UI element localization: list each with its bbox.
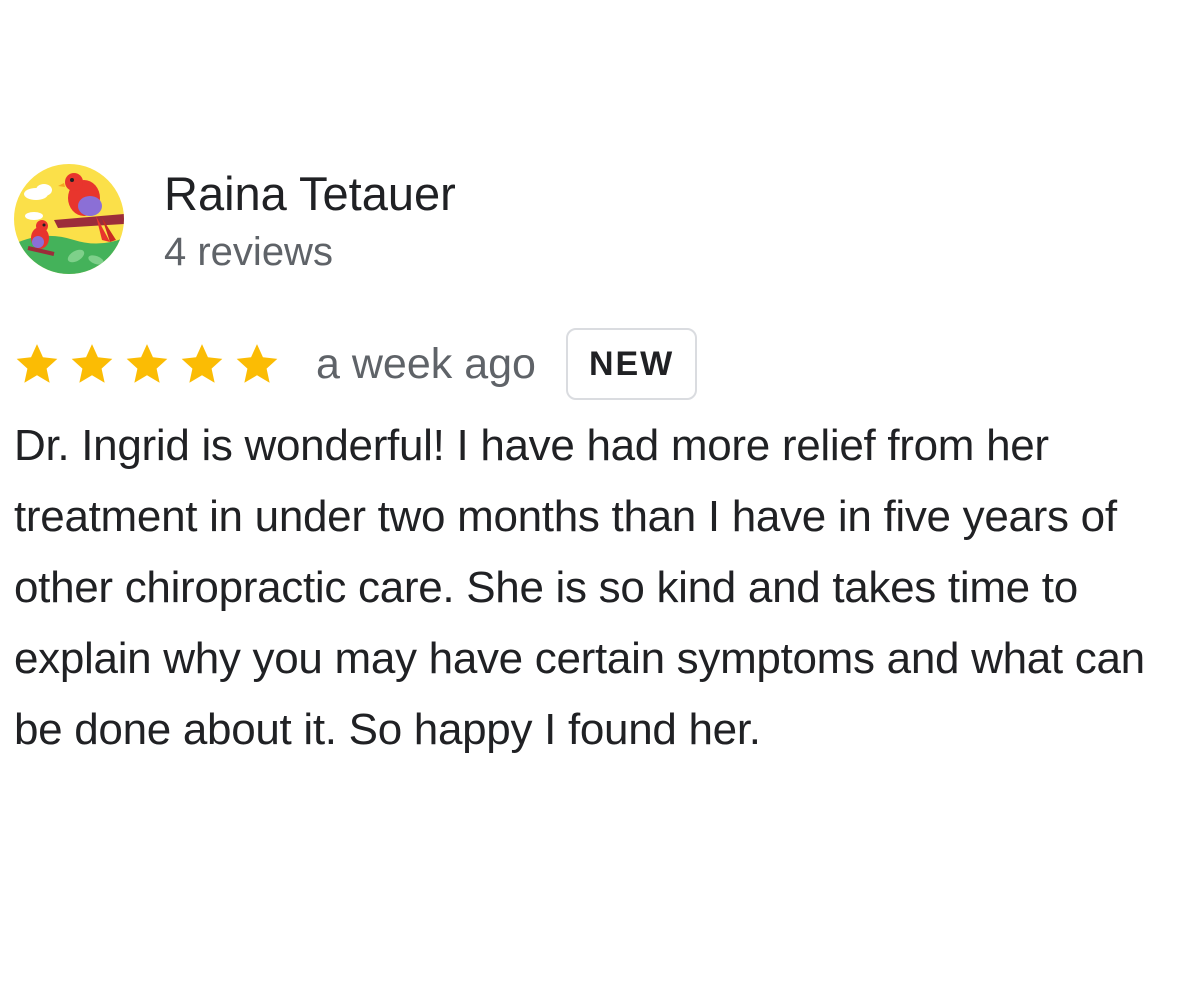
star-icon xyxy=(236,344,278,383)
review-text: Dr. Ingrid is wonderful! I have had more… xyxy=(14,421,1145,754)
review-header: Raina Tetauer 4 reviews xyxy=(14,164,1194,276)
new-badge: NEW xyxy=(565,328,698,400)
star-icon xyxy=(181,344,223,383)
star-icon xyxy=(16,344,58,383)
avatar[interactable] xyxy=(14,164,124,274)
star-icon xyxy=(71,344,113,383)
star-icon xyxy=(126,344,168,383)
star-rating xyxy=(14,341,289,387)
rating-row: a week ago NEW xyxy=(14,328,1194,400)
author-name[interactable]: Raina Tetauer xyxy=(164,166,456,222)
author-review-count[interactable]: 4 reviews xyxy=(164,226,456,278)
review-date: a week ago xyxy=(316,339,536,388)
review-card: Raina Tetauer 4 reviews a week ago NEW D… xyxy=(14,164,1194,765)
author-info: Raina Tetauer 4 reviews xyxy=(164,164,456,278)
bird-illustration-avatar-icon xyxy=(14,164,124,274)
